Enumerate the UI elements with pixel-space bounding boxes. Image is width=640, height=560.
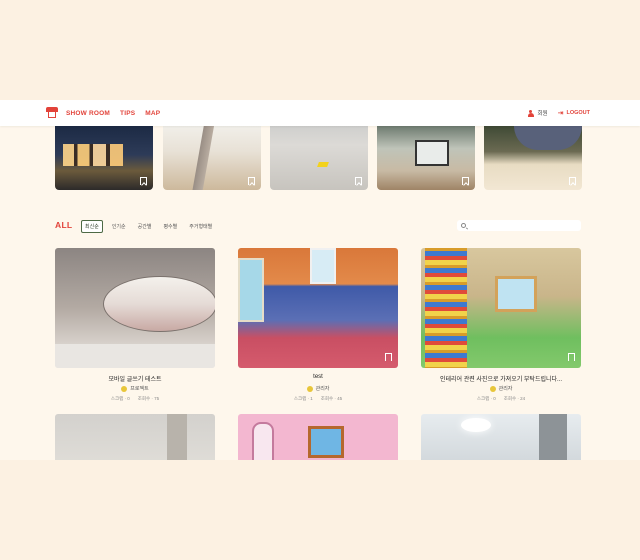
views-label: 조회수 (137, 396, 151, 401)
search-box (457, 220, 581, 231)
user-icon (527, 109, 534, 117)
featured-row (55, 126, 585, 190)
post-stats: 스크랩 · 1 조회수 · 45 (238, 396, 398, 402)
sort-tab-size[interactable]: 평수별 (160, 221, 180, 232)
author-name: 프로젝트 (130, 386, 149, 392)
logout-icon: ⇥ (557, 109, 564, 117)
search-icon (461, 222, 466, 228)
post-image[interactable] (55, 248, 215, 368)
post-title[interactable]: 인테리어 관련 사진으로 가져오기 부탁드립니다... (421, 374, 581, 383)
avatar (121, 385, 128, 392)
bookmark-icon[interactable] (355, 177, 362, 185)
post-image[interactable] (421, 248, 581, 368)
bookmark-icon[interactable] (569, 177, 576, 185)
sort-tabs: 최신순 인기순 공간별 평수별 주거형태별 (81, 220, 215, 233)
likes-label: 스크랩 (476, 396, 490, 401)
sort-tab-housing-type[interactable]: 주거형태별 (186, 221, 215, 232)
likes-stat: 스크랩 · 0 (476, 396, 496, 401)
views-stat: 조회수 · 24 (503, 396, 526, 401)
bookmark-icon[interactable] (462, 177, 469, 185)
likes-stat: 스크랩 · 0 (110, 396, 130, 401)
views-label: 조회수 (320, 396, 334, 401)
views-count: 75 (154, 396, 160, 401)
user-label: 회원 (537, 111, 548, 117)
filter-bar: ALL 최신순 인기순 공간별 평수별 주거형태별 (55, 218, 585, 234)
views-label: 조회수 (503, 396, 517, 401)
nav-right: 회원 ⇥ LOGOUT (527, 100, 590, 126)
sort-tab-latest[interactable]: 최신순 (81, 220, 103, 233)
post-image[interactable] (55, 414, 215, 460)
views-stat: 조회수 · 45 (320, 396, 343, 401)
post-title[interactable]: test (238, 374, 398, 380)
views-stat: 조회수 · 75 (137, 396, 160, 401)
bookmark-icon[interactable] (248, 177, 255, 185)
house-logo-icon[interactable] (46, 107, 58, 119)
bookmark-icon[interactable] (202, 353, 209, 361)
logout-label: LOGOUT (566, 110, 590, 116)
nav-links: SHOW ROOM TIPS MAP (66, 100, 160, 126)
likes-count: 0 (493, 396, 496, 401)
featured-card[interactable] (484, 126, 582, 190)
post-image[interactable] (238, 414, 398, 460)
views-count: 24 (520, 396, 526, 401)
avatar (489, 385, 496, 392)
post-author: 관리자 (238, 385, 398, 392)
author-name: 관리자 (498, 386, 513, 392)
likes-label: 스크랩 (110, 396, 124, 401)
post-stats: 스크랩 · 0 조회수 · 75 (55, 396, 215, 402)
user-menu[interactable]: 회원 (527, 109, 548, 117)
post-title[interactable]: 모바일 글쓰기 테스트 (55, 374, 215, 383)
nav-link-map[interactable]: MAP (145, 110, 160, 117)
featured-card[interactable] (377, 126, 475, 190)
featured-card[interactable] (163, 126, 261, 190)
post-image[interactable] (238, 248, 398, 368)
views-count: 45 (337, 396, 343, 401)
likes-count: 1 (310, 396, 313, 401)
author-name: 관리자 (315, 386, 330, 392)
page-viewport: SHOW ROOM TIPS MAP 회원 ⇥ LOGOUT ALL 최신순 인… (0, 100, 640, 460)
post-image[interactable] (421, 414, 581, 460)
likes-count: 0 (127, 396, 130, 401)
logout-button[interactable]: ⇥ LOGOUT (558, 110, 590, 117)
featured-card[interactable] (55, 126, 153, 190)
sort-tab-space[interactable]: 공간별 (135, 221, 155, 232)
bookmark-icon[interactable] (568, 353, 575, 361)
likes-stat: 스크랩 · 1 (293, 396, 313, 401)
post-stats: 스크랩 · 0 조회수 · 24 (421, 396, 581, 402)
post-author: 프로젝트 (55, 385, 215, 392)
bookmark-icon[interactable] (140, 177, 147, 185)
likes-label: 스크랩 (293, 396, 307, 401)
all-label[interactable]: ALL (55, 220, 72, 230)
avatar (306, 385, 313, 392)
featured-card[interactable] (270, 126, 368, 190)
nav-link-show-room[interactable]: SHOW ROOM (66, 110, 110, 117)
nav-link-tips[interactable]: TIPS (120, 110, 135, 117)
top-navbar: SHOW ROOM TIPS MAP 회원 ⇥ LOGOUT (0, 100, 640, 126)
bookmark-icon[interactable] (385, 353, 392, 361)
sort-tab-popular[interactable]: 인기순 (109, 221, 129, 232)
post-author: 관리자 (421, 385, 581, 392)
search-input[interactable] (469, 220, 577, 231)
